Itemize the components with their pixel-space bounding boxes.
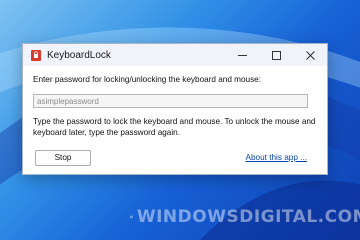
- watermark: WINDOWSDIGITAL.COM: [130, 207, 360, 227]
- password-prompt-label: Enter password for locking/unlocking the…: [33, 75, 262, 84]
- lock-app-icon: [31, 49, 41, 61]
- window-controls: [225, 44, 327, 66]
- about-app-link[interactable]: About this app ...: [246, 153, 307, 162]
- titlebar[interactable]: KeyboardLock: [23, 44, 327, 66]
- window-title: KeyboardLock: [47, 49, 111, 61]
- close-button[interactable]: [293, 44, 327, 66]
- maximize-button[interactable]: [259, 44, 293, 66]
- password-field[interactable]: asimplepassword: [33, 94, 308, 108]
- stop-button[interactable]: Stop: [35, 150, 91, 166]
- minimize-button[interactable]: [225, 44, 259, 66]
- keyboardlock-window: KeyboardLock Enter password for locking/…: [22, 43, 328, 175]
- maximize-icon: [271, 50, 281, 60]
- watermark-logo-icon: [130, 215, 133, 219]
- watermark-text: WINDOWSDIGITAL.COM: [136, 207, 360, 227]
- minimize-icon: [237, 54, 247, 56]
- close-icon: [305, 50, 315, 60]
- instructions-text: Type the password to lock the keyboard a…: [33, 117, 316, 137]
